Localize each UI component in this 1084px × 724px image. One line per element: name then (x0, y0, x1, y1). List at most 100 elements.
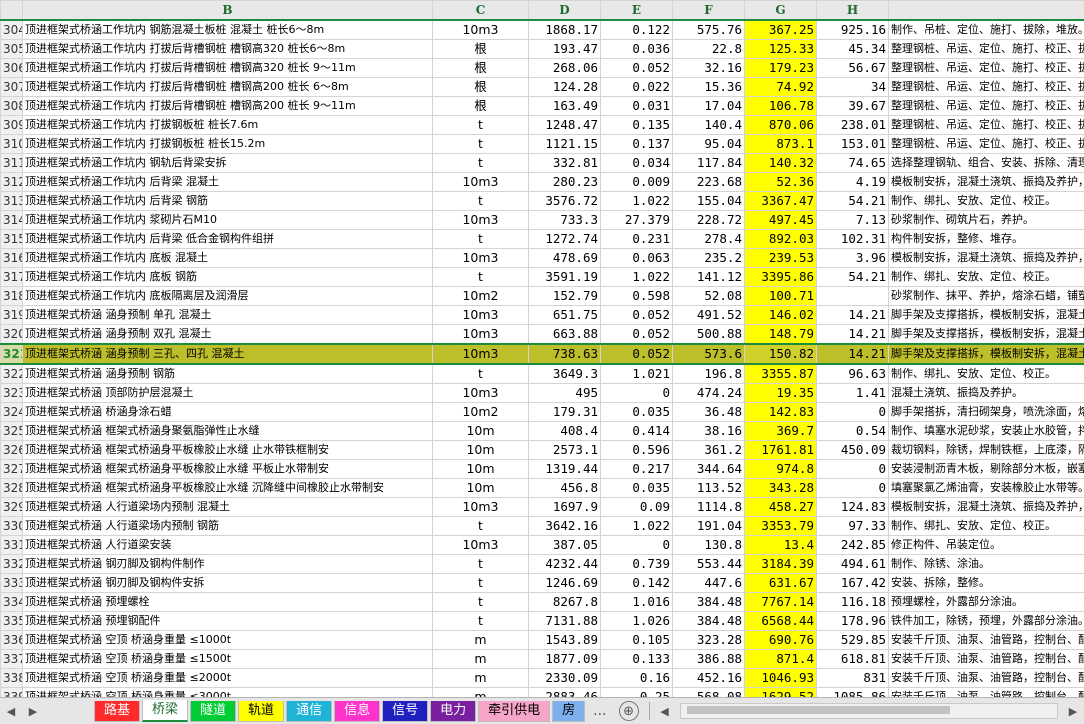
table-row[interactable]: 321顶进框架式桥涵 涵身预制 三孔、四孔 混凝土10m3738.630.052… (1, 344, 1084, 364)
cell-description[interactable]: 顶进框架式桥涵 人行道梁场内预制 钢筋 (23, 517, 433, 536)
table-row[interactable]: 329顶进框架式桥涵 人行道梁场内预制 混凝土10m31697.90.09111… (1, 498, 1084, 517)
cell-f[interactable]: 575.76 (673, 20, 745, 40)
cell-e[interactable]: 0.105 (601, 631, 673, 650)
cell-description[interactable]: 顶进框架式桥涵工作坑内 后背梁 混凝土 (23, 173, 433, 192)
cell-h[interactable]: 97.33 (817, 517, 889, 536)
cell-description[interactable]: 顶进框架式桥涵工作坑内 浆砌片石M10 (23, 211, 433, 230)
cell-e[interactable]: 0.414 (601, 422, 673, 441)
table-row[interactable]: 322顶进框架式桥涵 涵身预制 钢筋t3649.31.021196.83355.… (1, 364, 1084, 384)
cell-unit[interactable]: 根 (433, 97, 529, 116)
corner-cell[interactable] (1, 1, 23, 21)
table-row[interactable]: 330顶进框架式桥涵 人行道梁场内预制 钢筋t3642.161.022191.0… (1, 517, 1084, 536)
cell-e[interactable]: 0.031 (601, 97, 673, 116)
sheet-tab-9[interactable]: 房 (552, 701, 585, 722)
cell-f[interactable]: 500.88 (673, 325, 745, 345)
cell-g[interactable]: 873.1 (745, 135, 817, 154)
row-number[interactable]: 312 (1, 173, 23, 192)
row-number[interactable]: 329 (1, 498, 23, 517)
row-number[interactable]: 338 (1, 669, 23, 688)
table-row[interactable]: 336顶进框架式桥涵 空顶 桥涵身重量 ≤1000tm1543.890.1053… (1, 631, 1084, 650)
cell-f[interactable]: 52.08 (673, 287, 745, 306)
cell-unit[interactable]: 根 (433, 78, 529, 97)
cell-work-content[interactable]: 制作、填塞水泥砂浆，安装止水胶管，拌 (889, 422, 1084, 441)
cell-unit[interactable]: t (433, 230, 529, 249)
cell-g[interactable]: 239.53 (745, 249, 817, 268)
cell-work-content[interactable]: 整理钢桩、吊运、定位、施打、校正、拔 (889, 135, 1084, 154)
cell-description[interactable]: 顶进框架式桥涵 空顶 桥涵身重量 ≤1000t (23, 631, 433, 650)
cell-f[interactable]: 32.16 (673, 59, 745, 78)
cell-f[interactable]: 196.8 (673, 364, 745, 384)
row-number[interactable]: 335 (1, 612, 23, 631)
next-sheet-button[interactable]: ▶ (22, 700, 44, 722)
cell-e[interactable]: 0.25 (601, 688, 673, 698)
cell-f[interactable]: 323.28 (673, 631, 745, 650)
row-number[interactable]: 325 (1, 422, 23, 441)
table-row[interactable]: 319顶进框架式桥涵 涵身预制 单孔 混凝土10m3651.750.052491… (1, 306, 1084, 325)
sheet-tab-7[interactable]: 电力 (430, 701, 476, 722)
cell-unit[interactable]: t (433, 555, 529, 574)
cell-unit[interactable]: m (433, 650, 529, 669)
cell-f[interactable]: 36.48 (673, 403, 745, 422)
cell-work-content[interactable]: 安装千斤顶、油泵、油管路，控制台、配 (889, 650, 1084, 669)
cell-g[interactable]: 369.7 (745, 422, 817, 441)
cell-g[interactable]: 179.23 (745, 59, 817, 78)
cell-g[interactable]: 870.06 (745, 116, 817, 135)
cell-d[interactable]: 738.63 (529, 344, 601, 364)
cell-e[interactable]: 0.052 (601, 344, 673, 364)
cell-f[interactable]: 568.08 (673, 688, 745, 698)
cell-f[interactable]: 278.4 (673, 230, 745, 249)
cell-f[interactable]: 452.16 (673, 669, 745, 688)
cell-description[interactable]: 顶进框架式桥涵工作坑内 打拔后背槽钢桩 槽钢高200 桩长 9～11m (23, 97, 433, 116)
scrollbar-thumb[interactable] (687, 706, 951, 714)
cell-description[interactable]: 顶进框架式桥涵 框架式桥涵身平板橡胶止水缝 止水带铁框制安 (23, 441, 433, 460)
table-row[interactable]: 326顶进框架式桥涵 框架式桥涵身平板橡胶止水缝 止水带铁框制安10m2573.… (1, 441, 1084, 460)
cell-e[interactable]: 0.034 (601, 154, 673, 173)
cell-d[interactable]: 1868.17 (529, 20, 601, 40)
row-number[interactable]: 304 (1, 20, 23, 40)
cell-h[interactable]: 0.54 (817, 422, 889, 441)
sheet-tab-5[interactable]: 信息 (334, 701, 380, 722)
cell-f[interactable]: 1114.8 (673, 498, 745, 517)
table-row[interactable]: 335顶进框架式桥涵 预埋钢配件t7131.881.026384.486568.… (1, 612, 1084, 631)
table-row[interactable]: 331顶进框架式桥涵 人行道梁安装10m3387.050130.813.4242… (1, 536, 1084, 555)
table-row[interactable]: 332顶进框架式桥涵 钢刃脚及钢构件制作t4232.440.739553.443… (1, 555, 1084, 574)
cell-h[interactable]: 167.42 (817, 574, 889, 593)
table-row[interactable]: 333顶进框架式桥涵 钢刃脚及钢构件安拆t1246.690.142447.663… (1, 574, 1084, 593)
cell-g[interactable]: 1761.81 (745, 441, 817, 460)
cell-h[interactable]: 0 (817, 460, 889, 479)
cell-work-content[interactable]: 脚手架及支撑搭拆，模板制安拆，混凝土 (889, 344, 1084, 364)
sheet-tab-0[interactable]: 路基 (94, 701, 140, 722)
cell-g[interactable]: 142.83 (745, 403, 817, 422)
cell-d[interactable]: 1121.15 (529, 135, 601, 154)
cell-d[interactable]: 663.88 (529, 325, 601, 345)
cell-g[interactable]: 497.45 (745, 211, 817, 230)
cell-work-content[interactable]: 整理钢桩、吊运、定位、施打、校正、拔 (889, 97, 1084, 116)
column-header-f[interactable]: F (673, 1, 745, 21)
cell-g[interactable]: 3355.87 (745, 364, 817, 384)
cell-e[interactable]: 0.035 (601, 403, 673, 422)
cell-e[interactable]: 1.022 (601, 268, 673, 287)
cell-g[interactable]: 3367.47 (745, 192, 817, 211)
row-number[interactable]: 323 (1, 384, 23, 403)
cell-work-content[interactable]: 脚手架及支撑搭拆，模板制安拆，混凝土 (889, 325, 1084, 345)
cell-h[interactable]: 831 (817, 669, 889, 688)
cell-work-content[interactable]: 整理钢桩、吊运、定位、施打、校正、拔 (889, 40, 1084, 59)
cell-d[interactable]: 2330.09 (529, 669, 601, 688)
cell-f[interactable]: 344.64 (673, 460, 745, 479)
row-number[interactable]: 327 (1, 460, 23, 479)
row-number[interactable]: 316 (1, 249, 23, 268)
cell-g[interactable]: 106.78 (745, 97, 817, 116)
cell-f[interactable]: 17.04 (673, 97, 745, 116)
cell-h[interactable]: 7.13 (817, 211, 889, 230)
cell-description[interactable]: 顶进框架式桥涵工作坑内 底板隔离层及润滑层 (23, 287, 433, 306)
row-number[interactable]: 336 (1, 631, 23, 650)
row-number[interactable]: 310 (1, 135, 23, 154)
cell-d[interactable]: 1248.47 (529, 116, 601, 135)
cell-work-content[interactable]: 构件制安拆，整修、堆存。 (889, 230, 1084, 249)
cell-d[interactable]: 478.69 (529, 249, 601, 268)
cell-f[interactable]: 553.44 (673, 555, 745, 574)
row-number[interactable]: 309 (1, 116, 23, 135)
cell-e[interactable]: 0.135 (601, 116, 673, 135)
cell-work-content[interactable]: 选择整理钢轨、组合、安装、拆除、清理 (889, 154, 1084, 173)
cell-e[interactable]: 0.231 (601, 230, 673, 249)
